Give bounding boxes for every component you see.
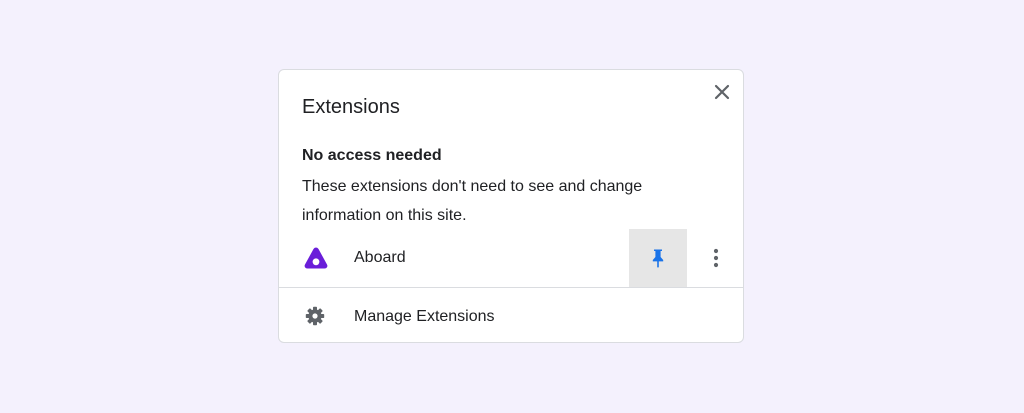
- section-heading: No access needed: [302, 147, 442, 164]
- aboard-logo-icon: [304, 247, 328, 269]
- close-button[interactable]: [709, 79, 735, 105]
- extension-name: Aboard: [354, 249, 406, 266]
- section-description: These extensions don't need to see and c…: [302, 178, 643, 224]
- extensions-popup: Extensions No access needed These extens…: [278, 69, 744, 343]
- pin-button[interactable]: [629, 229, 687, 287]
- pin-icon: [652, 249, 664, 268]
- popup-title: Extensions: [302, 96, 400, 118]
- more-vertical-icon: [713, 248, 719, 268]
- close-icon: [714, 84, 730, 100]
- manage-extensions-label: Manage Extensions: [354, 308, 495, 325]
- more-options-button[interactable]: [701, 243, 731, 273]
- extension-row-aboard[interactable]: Aboard: [279, 229, 743, 287]
- manage-extensions-button[interactable]: Manage Extensions: [279, 288, 743, 343]
- gear-icon: [305, 306, 325, 326]
